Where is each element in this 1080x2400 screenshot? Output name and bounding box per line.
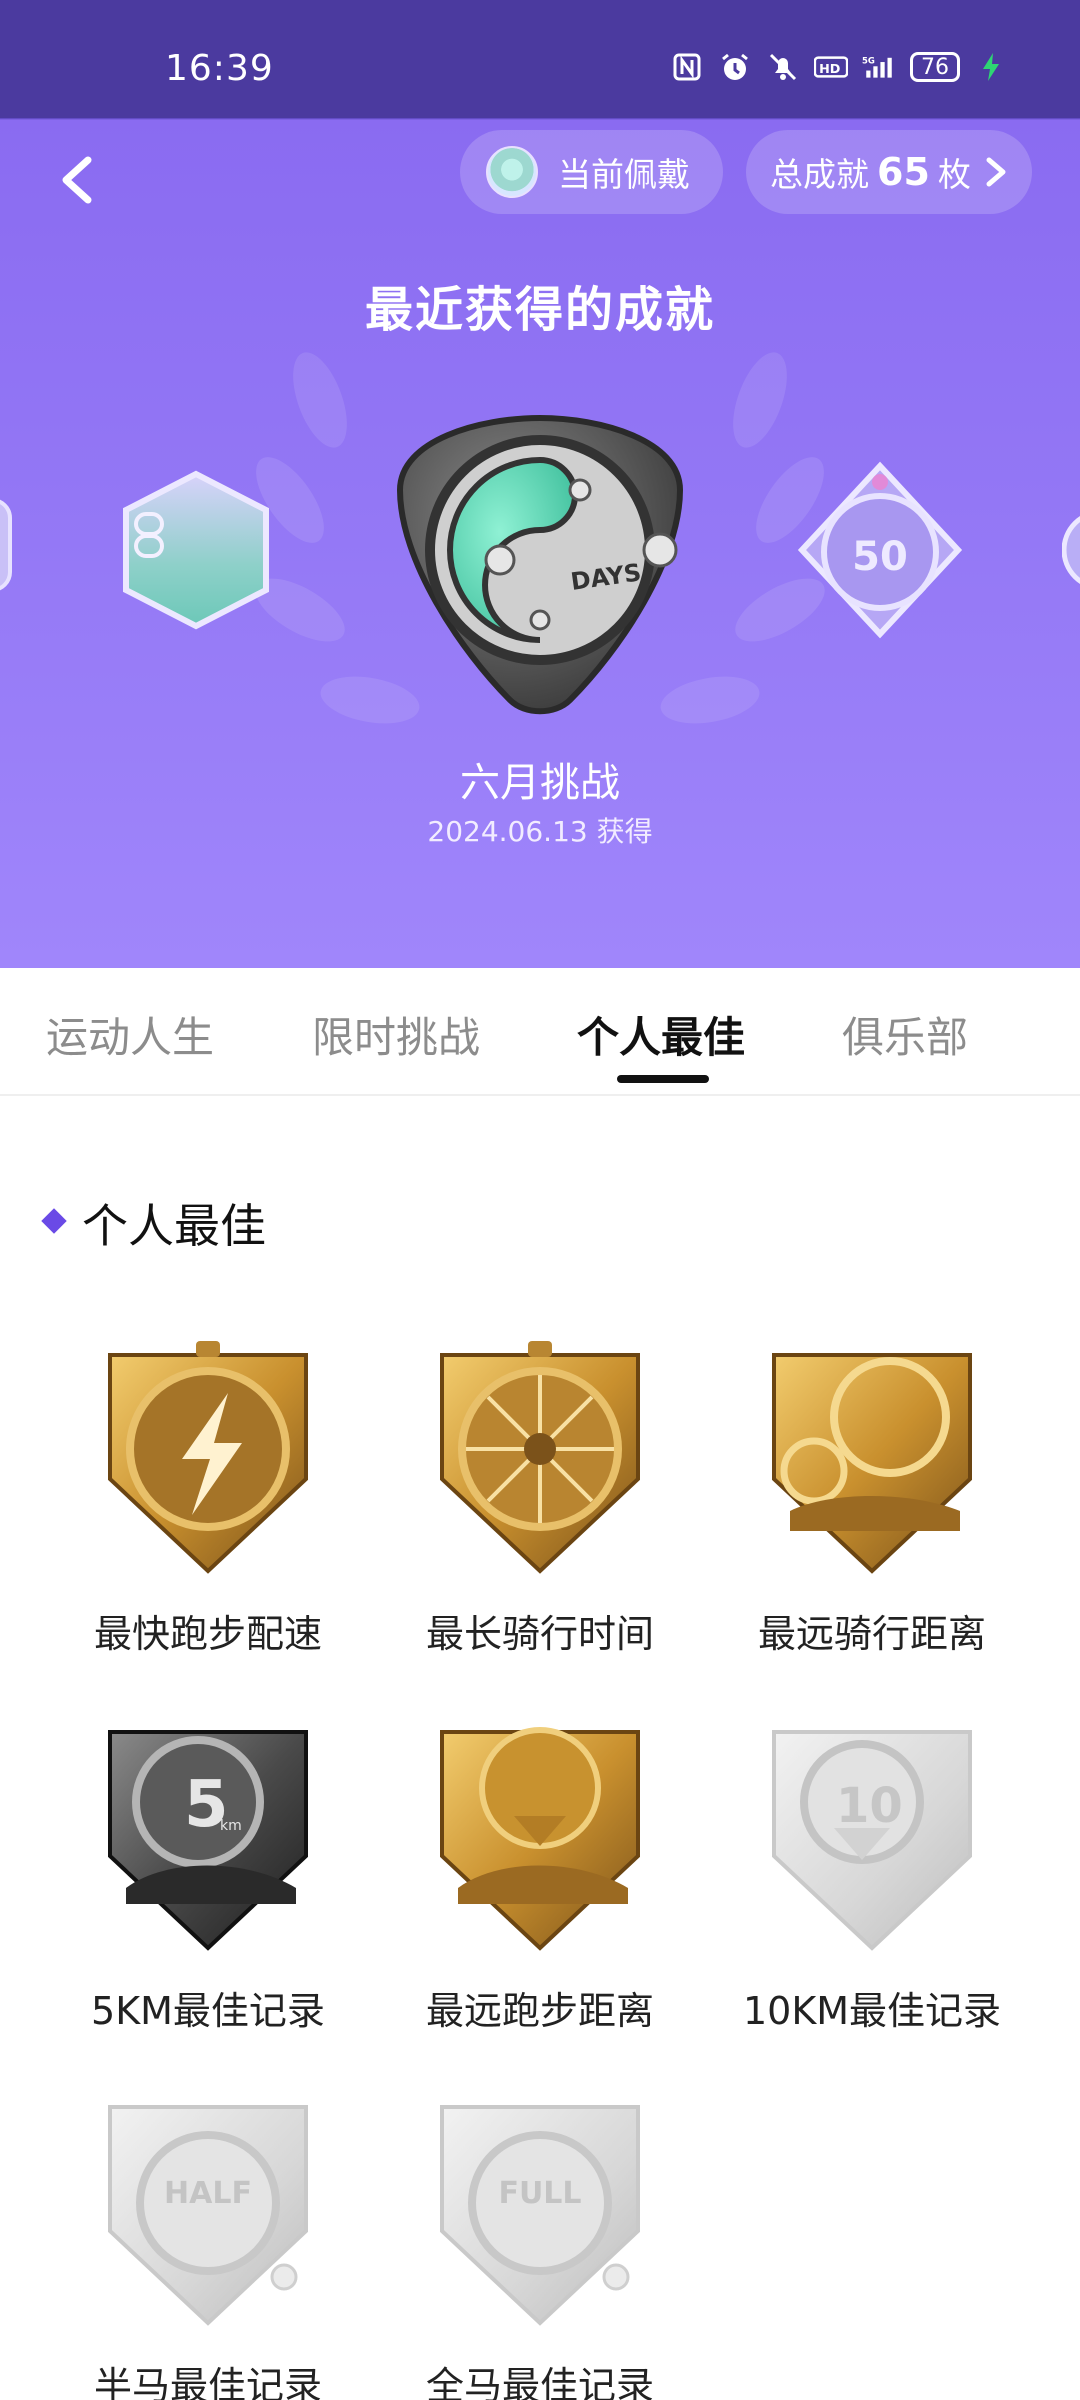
carousel-medal-partial-left[interactable]: [0, 490, 20, 600]
total-suffix: 枚: [937, 155, 971, 194]
maximum-distance-medal-icon: [440, 1727, 640, 1951]
hd-icon: HD: [814, 50, 848, 84]
tab-club[interactable]: 俱乐部: [842, 1004, 968, 1065]
penny-farthing-medal-icon: [772, 1353, 972, 1574]
back-button[interactable]: [50, 150, 110, 210]
achievement-farthest-ride-distance[interactable]: 最远骑行距离: [702, 1341, 1042, 1661]
achievement-10km-best[interactable]: 10 10KM最佳记录: [702, 1718, 1042, 2038]
tab-personal-best[interactable]: 个人最佳: [577, 1004, 745, 1065]
current-wearing-label: 当前佩戴: [558, 155, 690, 194]
achievement-label: 最长骑行时间: [425, 1612, 654, 1656]
wearing-medal-avatar: [486, 146, 538, 198]
chevron-right-icon: [986, 157, 1006, 187]
status-time: 16:39: [165, 48, 274, 89]
svg-text:5G: 5G: [862, 56, 875, 66]
svg-text:km: km: [220, 1818, 242, 1834]
svg-text:HALF: HALF: [164, 2176, 252, 2211]
section-title: 个人最佳: [82, 1199, 266, 1253]
signal-5g-icon: 5G: [862, 50, 896, 84]
carousel-medal-left[interactable]: [120, 470, 272, 630]
total-count: 65: [877, 150, 930, 194]
battery-indicator: 76: [910, 52, 960, 82]
achievement-label: 全马最佳记录: [425, 2364, 654, 2400]
personal-best-section: 个人最佳 最快跑步配速 最长骑行时间 最远骑行距离 5 km 5KM最佳记录 最…: [0, 1098, 1080, 2400]
chevron-left-icon: [62, 156, 92, 204]
tab-limited-challenge[interactable]: 限时挑战: [312, 1004, 480, 1065]
full-marathon-medal-icon: FULL: [440, 2105, 640, 2326]
recent-medal-date: 2024.06.13 获得: [427, 815, 653, 848]
stopwatch-lightning-medal-icon: [108, 1341, 308, 1574]
hero-panel: 16:39 HD 5G 76 当前佩戴 总成就 65 枚 最近获得的成就 DAY…: [0, 0, 1080, 968]
carousel-medal-right[interactable]: 50: [790, 460, 970, 640]
section-marker-icon: [41, 1208, 67, 1234]
achievement-label: 半马最佳记录: [93, 2364, 322, 2400]
charging-icon: [974, 50, 1008, 84]
category-tabs: 运动人生 限时挑战 个人最佳 俱乐部: [0, 968, 1080, 1096]
bicycle-wheel-medal-icon: [440, 1341, 640, 1574]
achievement-label: 最远骑行距离: [757, 1612, 986, 1656]
svg-text:HD: HD: [819, 62, 840, 77]
battery-level: 76: [921, 54, 949, 80]
5km-pin-medal-icon: 5 km: [108, 1730, 308, 1951]
nfc-icon: [670, 50, 704, 84]
total-prefix: 总成就: [770, 155, 869, 194]
achievement-full-marathon-best[interactable]: FULL 全马最佳记录: [370, 2093, 710, 2400]
svg-text:50: 50: [852, 534, 908, 580]
carousel-medal-partial-right[interactable]: [1062, 500, 1080, 600]
achievement-5km-best[interactable]: 5 km 5KM最佳记录: [38, 1718, 378, 2038]
achievement-longest-ride-time[interactable]: 最长骑行时间: [370, 1341, 710, 1661]
recent-medal-june-challenge[interactable]: DAYS: [380, 400, 700, 720]
mute-icon: [766, 50, 800, 84]
achievement-farthest-run-distance[interactable]: 最远跑步距离: [370, 1718, 710, 2038]
achievement-label: 最远跑步距离: [425, 1989, 654, 2033]
alarm-icon: [718, 50, 752, 84]
achievement-half-marathon-best[interactable]: HALF 半马最佳记录: [38, 2093, 378, 2400]
svg-text:FULL: FULL: [498, 2176, 581, 2211]
recent-medal-name: 六月挑战: [460, 760, 620, 806]
10km-pin-medal-icon: 10: [772, 1730, 972, 1951]
achievement-label: 10KM最佳记录: [742, 1989, 1002, 2033]
status-icons: HD 5G 76: [670, 50, 1008, 84]
active-tab-indicator: [617, 1075, 709, 1083]
total-achievements-button[interactable]: 总成就 65 枚: [746, 130, 1032, 214]
tab-sports-life[interactable]: 运动人生: [46, 1004, 214, 1065]
achievement-fastest-run-pace[interactable]: 最快跑步配速: [38, 1341, 378, 1661]
current-wearing-button[interactable]: 当前佩戴: [460, 130, 723, 214]
half-marathon-medal-icon: HALF: [108, 2105, 308, 2326]
svg-text:10: 10: [836, 1778, 903, 1834]
achievement-label: 5KM最佳记录: [91, 1989, 325, 2033]
status-bar: 16:39 HD 5G 76: [0, 0, 1080, 118]
achievement-label: 最快跑步配速: [93, 1612, 322, 1656]
